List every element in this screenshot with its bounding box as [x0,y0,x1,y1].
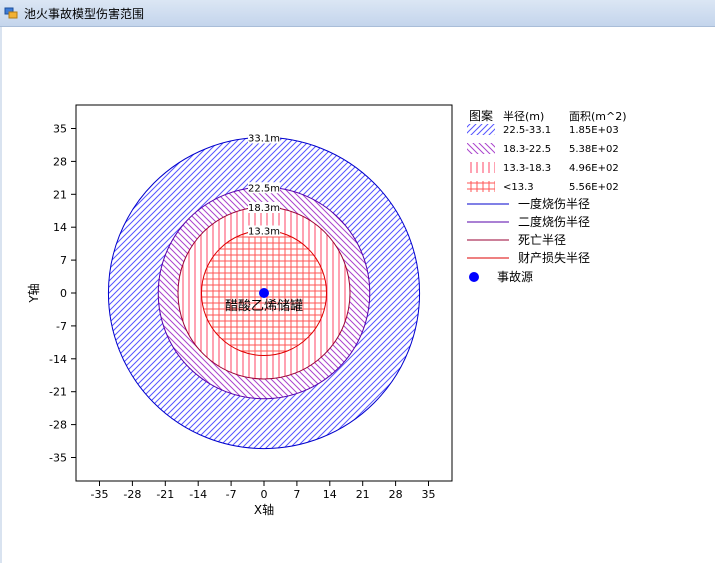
x-tick-label: -7 [226,488,237,501]
legend-source-label: 事故源 [497,269,533,284]
x-tick-label: 14 [323,488,337,501]
y-tick-label: 28 [53,155,67,168]
y-tick-label: -7 [56,320,67,333]
y-axis-label: Y轴 [26,283,41,303]
legend-line-label: 死亡半径 [518,233,566,247]
radius-label-1: 33.1m [248,133,280,144]
y-tick-label: -21 [49,386,67,399]
accident-source-label: 醋酸乙烯储罐 [225,298,303,314]
legend-source-marker [469,272,479,282]
y-tick-label: 21 [53,188,67,201]
x-tick-label: 0 [261,488,268,501]
y-tick-label: 14 [53,221,67,234]
legend-area-value: 4.96E+02 [569,163,619,174]
y-tick-label: -35 [49,452,67,465]
legend-header-area: 面积(m^2) [569,110,627,123]
x-tick-label: -28 [123,488,141,501]
legend-line-label: 财产损失半径 [518,250,590,265]
legend-line-label: 二度烧伤半径 [518,214,590,229]
legend-range: 13.3-18.3 [503,163,551,174]
legend-header-radius: 半径(m) [503,109,544,123]
legend-swatch-vertical [467,162,495,173]
plot-area: 33.1m 22.5m 18.3m 13.3m 醋酸乙烯储罐 [107,132,421,450]
radius-label-4: 13.3m [248,226,280,237]
radius-label-2: 22.5m [248,183,280,194]
y-tick-label: -28 [49,419,67,432]
legend-swatch-fwd-diag [467,124,495,135]
radius-label-3: 18.3m [248,203,280,214]
legend-swatch-back-diag [467,143,495,154]
legend-area-value: 1.85E+03 [569,125,619,136]
legend-range: <13.3 [503,182,534,193]
legend: 图案 半径(m) 面积(m^2) 22.5-33.1 1.85E+03 18.3-2… [467,108,627,284]
y-tick-label: -14 [49,353,67,366]
x-tick-label: 35 [422,488,436,501]
x-tick-label: 7 [293,488,300,501]
x-axis-label: X轴 [254,502,274,517]
x-tick-label: -35 [91,488,109,501]
legend-swatch-grid [467,181,495,192]
legend-range: 22.5-33.1 [503,125,551,136]
legend-area-value: 5.56E+02 [569,182,619,193]
y-tick-label: 7 [60,254,67,267]
y-tick-label: 0 [60,287,67,300]
y-tick-label: 35 [53,123,67,136]
x-tick-label: 21 [356,488,370,501]
accident-source-point [259,288,269,298]
legend-line-label: 一度烧伤半径 [518,196,590,211]
legend-range: 18.3-22.5 [503,144,551,155]
x-tick-label: -14 [189,488,207,501]
x-tick-label: -21 [156,488,174,501]
legend-header-pattern: 图案 [469,108,493,123]
x-tick-label: 28 [389,488,403,501]
legend-area-value: 5.38E+02 [569,144,619,155]
pool-fire-chart: 33.1m 22.5m 18.3m 13.3m 醋酸乙烯储罐 -35 -28 -21 -14 -… [26,104,627,517]
